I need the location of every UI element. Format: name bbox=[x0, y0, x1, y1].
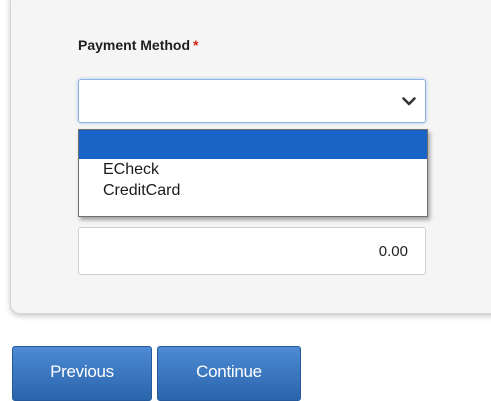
option-blank[interactable] bbox=[79, 130, 427, 159]
required-indicator: * bbox=[193, 37, 199, 53]
amount-input[interactable]: 0.00 bbox=[78, 227, 426, 275]
continue-button[interactable]: Continue bbox=[157, 346, 301, 401]
payment-method-options-list: ECheck CreditCard bbox=[78, 129, 428, 217]
payment-method-label: Payment Method * bbox=[78, 37, 198, 53]
previous-button[interactable]: Previous bbox=[12, 346, 152, 401]
option-creditcard[interactable]: CreditCard bbox=[79, 180, 427, 201]
chevron-down-icon[interactable] bbox=[401, 93, 417, 109]
amount-value: 0.00 bbox=[378, 243, 408, 260]
payment-method-label-text: Payment Method bbox=[78, 37, 191, 53]
payment-method-select[interactable] bbox=[78, 79, 426, 123]
option-echeck[interactable]: ECheck bbox=[79, 159, 427, 180]
